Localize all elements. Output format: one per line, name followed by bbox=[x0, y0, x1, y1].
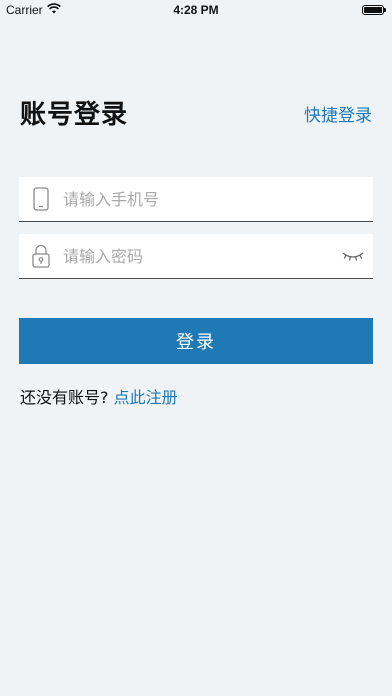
login-button[interactable]: 登录 bbox=[19, 318, 373, 364]
phone-icon bbox=[19, 177, 63, 221]
register-prompt: 还没有账号? bbox=[20, 388, 109, 407]
eye-closed-icon[interactable] bbox=[333, 234, 373, 278]
phone-input[interactable] bbox=[63, 177, 373, 221]
battery-icon bbox=[362, 5, 386, 15]
register-prompt-line: 还没有账号? 点此注册 bbox=[20, 384, 178, 408]
status-bar: Carrier 4:28 PM bbox=[0, 0, 392, 20]
phone-field[interactable] bbox=[19, 177, 373, 222]
password-field[interactable] bbox=[19, 234, 373, 279]
lock-icon bbox=[19, 234, 63, 278]
password-input[interactable] bbox=[63, 234, 333, 278]
status-time: 4:28 PM bbox=[173, 3, 219, 17]
page-title: 账号登录 bbox=[20, 100, 129, 130]
register-link[interactable]: 点此注册 bbox=[114, 388, 178, 407]
quick-login-link[interactable]: 快捷登录 bbox=[304, 101, 372, 126]
